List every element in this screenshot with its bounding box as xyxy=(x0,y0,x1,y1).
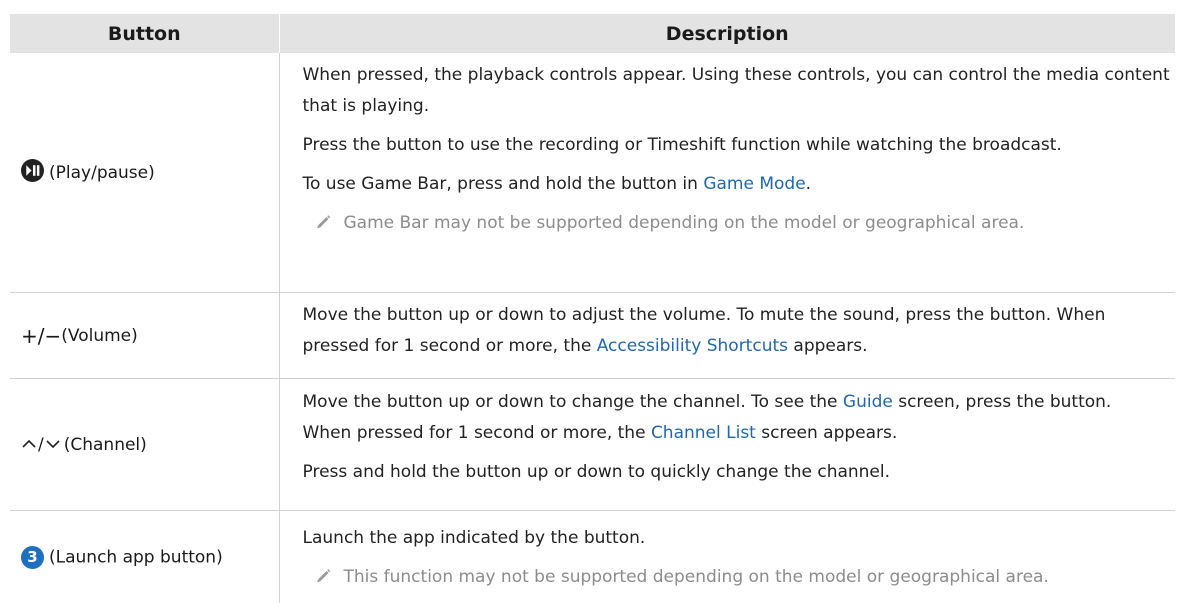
description-cell: When pressed, the playback controls appe… xyxy=(279,53,1175,293)
pencil-note-icon xyxy=(315,564,332,581)
column-header-description: Description xyxy=(279,14,1175,53)
chevron-down-icon xyxy=(45,435,61,455)
note-text: Game Bar may not be supported depending … xyxy=(344,213,1025,233)
button-label: (Channel) xyxy=(64,435,147,455)
slash-separator: / xyxy=(38,435,44,455)
chevron-up-icon xyxy=(21,435,37,455)
description-paragraph: Move the button up or down to change the… xyxy=(303,387,1176,418)
table-row: 3 (Launch app button) Launch the app ind… xyxy=(10,511,1175,603)
guide-link[interactable]: Guide xyxy=(843,392,893,412)
channel-list-link[interactable]: Channel List xyxy=(651,423,756,443)
plus-icon: + xyxy=(21,324,38,348)
minus-icon: − xyxy=(45,324,62,348)
game-mode-link[interactable]: Game Mode xyxy=(703,174,805,194)
table-row: (Play/pause) When pressed, the playback … xyxy=(10,53,1175,293)
table-header-row: Button Description xyxy=(10,14,1175,53)
button-cell: (Play/pause) xyxy=(10,53,279,293)
button-label: (Play/pause) xyxy=(49,163,155,183)
table-row: / (Channel) Move the button up or down t… xyxy=(10,379,1175,511)
description-paragraph: To use Game Bar, press and hold the butt… xyxy=(303,169,1176,200)
description-cell: Move the button up or down to adjust the… xyxy=(279,293,1175,379)
button-cell: 3 (Launch app button) xyxy=(10,511,279,603)
description-cell: Launch the app indicated by the button. … xyxy=(279,511,1175,603)
button-cell: / (Channel) xyxy=(10,379,279,511)
description-paragraph: Launch the app indicated by the button. xyxy=(303,523,1176,554)
note: Game Bar may not be supported depending … xyxy=(303,208,1176,239)
remote-buttons-table: Button Description (Play/pause) When pre… xyxy=(10,14,1175,603)
launch-app-badge-icon: 3 xyxy=(21,546,44,569)
button-label: (Launch app button) xyxy=(49,547,223,567)
description-paragraph: When pressed, the playback controls appe… xyxy=(303,60,1176,122)
description-cell: Move the button up or down to change the… xyxy=(279,379,1175,511)
slash-separator: / xyxy=(38,324,45,348)
description-paragraph: Press and hold the button up or down to … xyxy=(303,457,1176,488)
note: This function may not be supported depen… xyxy=(303,562,1176,593)
button-cell: +/−(Volume) xyxy=(10,293,279,379)
play-pause-icon xyxy=(21,159,44,187)
description-paragraph: Move the button up or down to adjust the… xyxy=(303,300,1176,362)
note-text: This function may not be supported depen… xyxy=(344,567,1049,587)
column-header-button: Button xyxy=(10,14,279,53)
pencil-note-icon xyxy=(315,210,332,227)
table-row: +/−(Volume) Move the button up or down t… xyxy=(10,293,1175,379)
description-paragraph: When pressed for 1 second or more, the C… xyxy=(303,418,1176,449)
accessibility-shortcuts-link[interactable]: Accessibility Shortcuts xyxy=(597,336,788,356)
button-label: (Volume) xyxy=(61,326,138,346)
badge-number: 3 xyxy=(21,546,44,569)
description-paragraph: Press the button to use the recording or… xyxy=(303,130,1176,161)
